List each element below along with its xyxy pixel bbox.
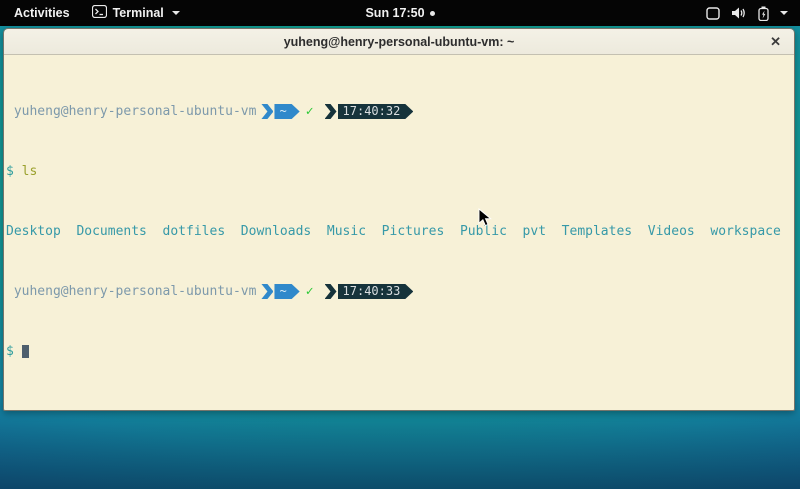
- prompt-user-host: yuheng@henry-personal-ubuntu-vm: [6, 284, 256, 299]
- ls-output-line: Desktop Documents dotfiles Downloads Mus…: [6, 224, 792, 239]
- battery-icon: [758, 6, 769, 21]
- terminal-icon: [92, 5, 107, 21]
- prompt-time-badge: 17:40:32: [338, 104, 414, 119]
- top-bar: Activities Terminal Sun 17:50: [0, 0, 800, 26]
- powerline-chevron-icon: [261, 284, 273, 299]
- directory-entry: Documents: [76, 224, 146, 239]
- powerline-chevron-icon: [261, 104, 273, 119]
- prompt-symbol: $: [6, 164, 14, 179]
- command-text: ls: [22, 164, 38, 179]
- prompt-user-host: yuheng@henry-personal-ubuntu-vm: [6, 104, 256, 119]
- window-titlebar[interactable]: yuheng@henry-personal-ubuntu-vm: ~ ✕: [4, 29, 794, 55]
- prompt-line: yuheng@henry-personal-ubuntu-vm ~ ✓ 17:4…: [6, 104, 792, 119]
- directory-entry: Pictures: [382, 224, 445, 239]
- terminal-window: yuheng@henry-personal-ubuntu-vm: ~ ✕ yuh…: [3, 28, 795, 411]
- screen-icon: [706, 7, 720, 20]
- directory-entry: Templates: [562, 224, 632, 239]
- close-icon[interactable]: ✕: [770, 29, 781, 55]
- terminal-cursor: [22, 345, 29, 358]
- volume-icon: [731, 6, 747, 20]
- window-title: yuheng@henry-personal-ubuntu-vm: ~: [284, 35, 515, 49]
- powerline-chevron-icon: [325, 104, 337, 119]
- directory-entry: Downloads: [241, 224, 311, 239]
- directory-entry: workspace: [710, 224, 780, 239]
- directory-entry: pvt: [523, 224, 546, 239]
- terminal-content[interactable]: yuheng@henry-personal-ubuntu-vm ~ ✓ 17:4…: [4, 55, 794, 410]
- prompt-time-badge: 17:40:33: [338, 284, 414, 299]
- command-line-current: $: [6, 344, 792, 359]
- clock-menu[interactable]: Sun 17:50: [330, 0, 470, 26]
- mouse-cursor-icon: [478, 208, 492, 228]
- prompt-line: yuheng@henry-personal-ubuntu-vm ~ ✓ 17:4…: [6, 284, 792, 299]
- notification-dot-icon: [430, 11, 435, 16]
- chevron-down-icon: [780, 11, 788, 15]
- chevron-down-icon: [172, 11, 180, 15]
- command-line: $ ls: [6, 164, 792, 179]
- system-status-area[interactable]: [700, 0, 794, 26]
- check-icon: ✓: [306, 284, 314, 299]
- directory-entry: Music: [327, 224, 366, 239]
- clock-label: Sun 17:50: [365, 6, 424, 20]
- directory-entry: dotfiles: [163, 224, 226, 239]
- app-menu-label: Terminal: [113, 6, 164, 20]
- prompt-cwd-badge: ~: [274, 284, 299, 299]
- powerline-chevron-icon: [325, 284, 337, 299]
- prompt-symbol: $: [6, 344, 14, 359]
- app-menu-terminal[interactable]: Terminal: [84, 0, 188, 26]
- prompt-cwd-badge: ~: [274, 104, 299, 119]
- activities-button[interactable]: Activities: [0, 0, 84, 26]
- directory-entry: Desktop: [6, 224, 61, 239]
- check-icon: ✓: [306, 104, 314, 119]
- directory-entry: Videos: [648, 224, 695, 239]
